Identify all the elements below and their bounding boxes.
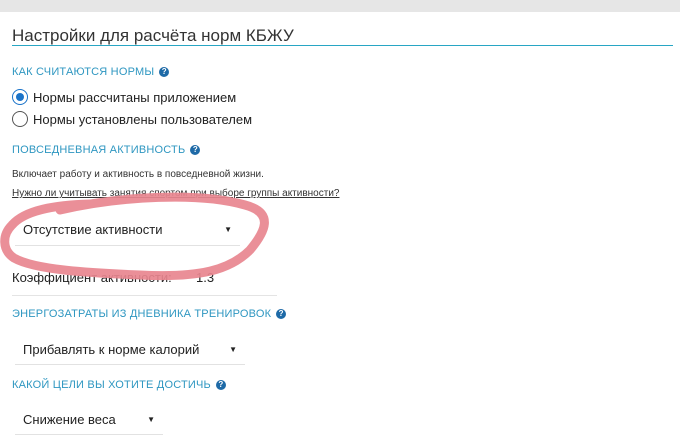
coefficient-divider [12,295,277,296]
caret-down-icon: ▼ [229,345,237,354]
activity-select-value: Отсутствие активности [23,222,163,237]
activity-description: Включает работу и активность в повседнев… [12,169,264,180]
settings-panel: Настройки для расчёта норм КБЖУ Как счит… [0,12,680,446]
radio-norms-user-label: Нормы установлены пользователем [33,111,253,127]
question-circle-icon[interactable]: ? [190,145,201,155]
activity-sport-help-link[interactable]: Нужно ли учитывать занятия спортом при в… [12,188,339,199]
training-select-value: Прибавлять к норме калорий [23,342,200,357]
caret-down-icon: ▼ [224,225,232,234]
training-section-heading: Энергозатраты из дневника тренировок ? [12,308,287,320]
training-heading-label: Энергозатраты из дневника тренировок [12,308,272,320]
activity-coefficient-label: Коэффициент активности: [12,270,172,285]
question-circle-icon[interactable]: ? [276,309,287,319]
goal-heading-label: Какой цели вы хотите достичь [12,379,211,391]
activity-heading-label: Повседневная активность [12,144,186,156]
radio-norms-user[interactable]: Нормы установлены пользователем [12,111,252,127]
norms-section-heading: Как считаются нормы ? [12,66,170,78]
radio-checked-icon[interactable] [12,89,28,105]
panel-title: Настройки для расчёта норм КБЖУ [12,26,294,45]
activity-select[interactable]: Отсутствие активности ▼ [15,214,240,246]
norms-heading-label: Как считаются нормы [12,66,155,78]
goal-select-value: Снижение веса [23,412,116,427]
radio-unchecked-icon[interactable] [12,111,28,127]
goal-section-heading: Какой цели вы хотите достичь ? [12,379,226,391]
caret-down-icon: ▼ [147,415,155,424]
question-circle-icon[interactable]: ? [215,380,226,390]
window-top-strip [0,0,680,12]
radio-norms-app[interactable]: Нормы рассчитаны приложением [12,89,236,105]
question-circle-icon[interactable]: ? [159,67,170,77]
training-select[interactable]: Прибавлять к норме калорий ▼ [15,335,245,365]
radio-norms-app-label: Нормы рассчитаны приложением [33,89,237,105]
title-underline [12,45,673,46]
activity-coefficient-value: 1.3 [196,270,215,285]
activity-section-heading: Повседневная активность ? [12,144,201,156]
goal-select[interactable]: Снижение веса ▼ [15,405,163,435]
